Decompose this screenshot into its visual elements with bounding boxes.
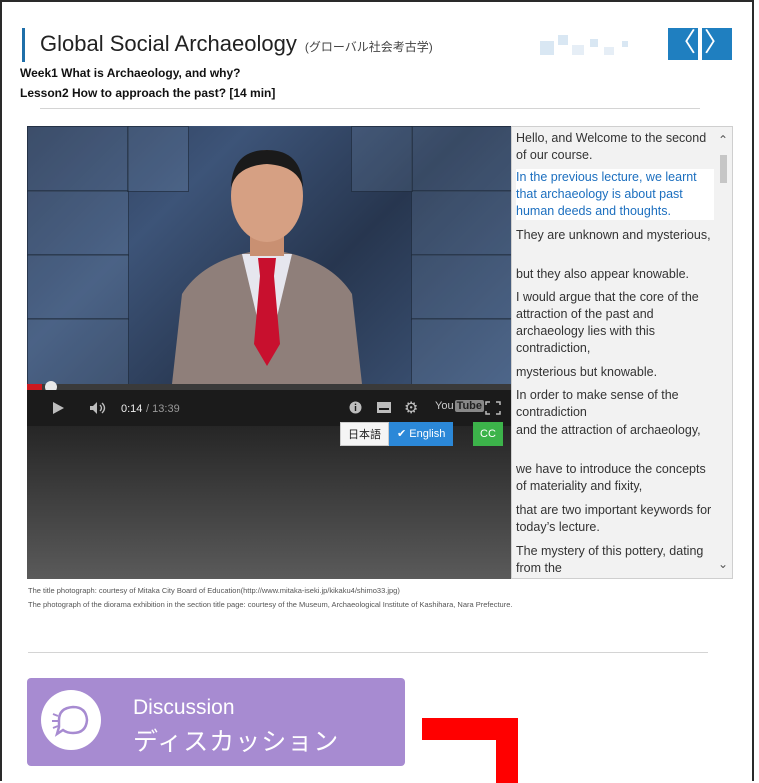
video-frame[interactable] — [27, 126, 511, 386]
lesson-title: Lesson2 How to approach the past? [14 mi… — [20, 86, 276, 100]
transcript-line[interactable]: and the attraction of archaeology, — [516, 422, 714, 439]
discussion-button[interactable]: Discussion ディスカッション — [27, 678, 405, 766]
course-title-ja: (グローバル社会考古学) — [304, 40, 433, 54]
lecturer-image — [172, 150, 362, 384]
player-controls: 0:14 / 13:39 ⚙ You Tube — [27, 390, 511, 426]
play-icon[interactable] — [51, 401, 65, 415]
volume-icon[interactable] — [89, 401, 107, 415]
transcript-line-active[interactable]: In the previous lecture, we learnt that … — [516, 169, 714, 220]
transcript-line[interactable]: In order to make sense of the contradict… — [516, 387, 714, 421]
course-title-en: Global Social Archaeology — [40, 31, 297, 56]
transcript-panel[interactable]: Hello, and Welcome to the second of our … — [511, 126, 733, 579]
transcript-line[interactable]: The mystery of this pottery, dating from… — [516, 543, 714, 577]
course-title: Global Social Archaeology (グローバル社会考古学) — [40, 31, 433, 57]
transcript-line[interactable]: mysterious but knowable. — [516, 364, 714, 381]
transcript-line[interactable]: but they also appear knowable. — [516, 266, 714, 283]
youtube-label: You — [435, 400, 454, 412]
info-icon[interactable] — [349, 401, 362, 414]
transcript-line[interactable]: Hello, and Welcome to the second of our … — [516, 130, 714, 164]
credit-title-photo: The title photograph: courtesy of Mitaka… — [28, 586, 400, 595]
current-time: 0:14 — [121, 403, 143, 415]
divider-bottom — [28, 652, 708, 653]
captions-icon[interactable] — [377, 402, 391, 413]
transcript-line[interactable]: that are two important keywords for toda… — [516, 502, 714, 536]
header-decoration — [540, 33, 660, 55]
divider-top — [40, 108, 700, 109]
week-title: Week1 What is Archaeology, and why? — [20, 66, 241, 80]
player-lower-area — [27, 426, 511, 579]
discussion-label-en: Discussion — [133, 696, 235, 719]
next-button[interactable]: 〉 — [702, 28, 732, 60]
cc-button[interactable]: CC — [473, 422, 503, 446]
transcript-line[interactable]: They are unknown and mysterious, — [516, 227, 714, 244]
fullscreen-icon[interactable] — [485, 401, 501, 415]
chevron-right-icon: 〉 — [703, 28, 730, 58]
discussion-icon — [41, 690, 101, 750]
youtube-icon[interactable]: You Tube — [435, 400, 485, 412]
lang-english-button[interactable]: ✔ English — [389, 422, 454, 446]
total-time: / 13:39 — [146, 403, 180, 415]
title-accent-bar — [22, 28, 25, 62]
transcript-line[interactable]: we have to introduce the concepts of mat… — [516, 461, 714, 495]
transcript-line[interactable]: I would argue that the core of the attra… — [516, 289, 714, 357]
prev-button[interactable]: 〈 — [668, 28, 698, 60]
scroll-down-icon[interactable]: ⌄ — [716, 557, 730, 571]
language-selector: 日本語 ✔ English — [340, 422, 454, 446]
scrollbar-thumb[interactable] — [720, 155, 727, 183]
scroll-up-icon[interactable]: ⌃ — [716, 133, 730, 147]
chevron-left-icon: 〈 — [669, 28, 696, 58]
credit-diorama-photo: The photograph of the diorama exhibition… — [28, 600, 513, 609]
lang-japanese-button[interactable]: 日本語 — [340, 422, 389, 446]
gear-icon[interactable]: ⚙ — [404, 390, 418, 426]
annotation-arrow-vertical — [496, 718, 518, 783]
video-player[interactable]: 0:14 / 13:39 ⚙ You Tube 日本語 ✔ English CC — [27, 126, 511, 579]
discussion-label-ja: ディスカッション — [133, 728, 340, 756]
youtube-label-box: Tube — [454, 400, 485, 412]
